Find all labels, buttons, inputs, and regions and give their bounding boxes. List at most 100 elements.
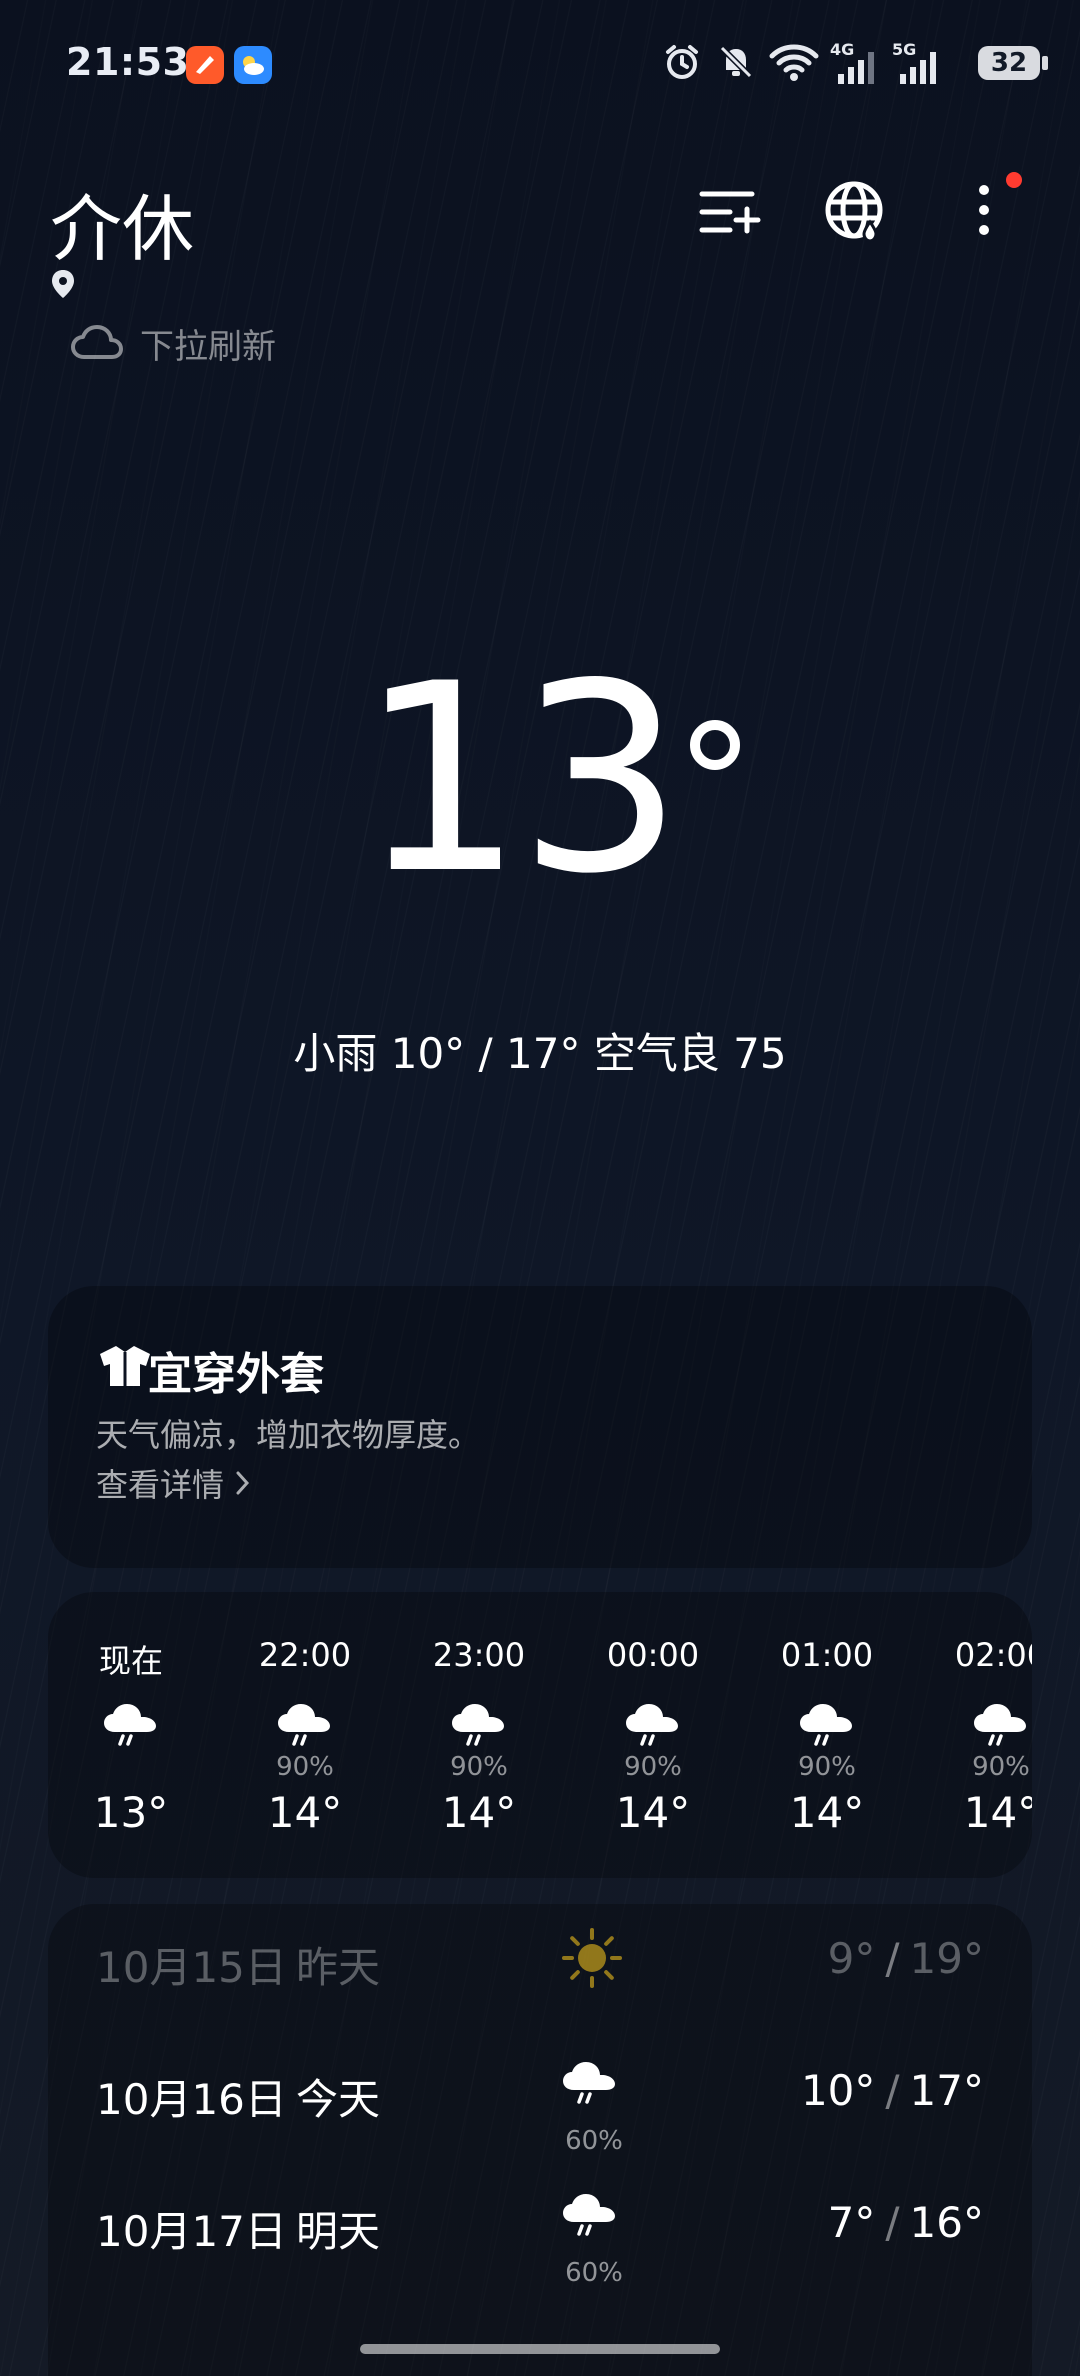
hourly-time: 00:00: [606, 1636, 700, 1674]
temp-separator: /: [885, 1934, 900, 1983]
hourly-item: 23:00 90% 14°: [404, 1592, 554, 1878]
daily-low: 7°: [827, 2198, 876, 2247]
temp-separator: /: [885, 2198, 900, 2247]
daily-date: 10月17日: [96, 2207, 287, 2256]
manage-cities-button[interactable]: [694, 176, 766, 248]
degree-symbol: [690, 720, 740, 770]
daily-high: 17°: [909, 2066, 984, 2115]
rain-cloud-icon: [974, 1704, 1026, 1746]
daily-temp-range: 9°/19°: [828, 1934, 984, 1983]
daily-row[interactable]: 10月15日 昨天 9°/19°: [48, 1904, 1032, 2014]
daily-low: 10°: [800, 2066, 876, 2115]
home-indicator[interactable]: [360, 2344, 720, 2354]
location-pin-icon: [52, 270, 74, 298]
hourly-forecast-card[interactable]: 现在 13° 22:00 90% 14° 23:00 90% 14° 00:00 90% 14° 01…: [48, 1592, 1032, 1878]
hourly-temp: 14°: [267, 1788, 343, 1837]
rain-cloud-icon: [800, 1704, 852, 1746]
city-name[interactable]: 介休: [50, 170, 194, 275]
hourly-precip: 90%: [972, 1752, 1030, 1782]
signal-4g-icon: 4G: [830, 40, 878, 84]
hourly-icon-wrap: [797, 1702, 857, 1754]
rain-cloud-icon: [626, 1704, 678, 1746]
signal-5g-icon: 5G: [892, 40, 940, 84]
hourly-temp: 14°: [615, 1788, 691, 1837]
daily-date: 10月16日: [96, 2075, 287, 2124]
pull-to-refresh-hint: 下拉刷新: [70, 318, 276, 368]
hourly-icon-wrap: [275, 1702, 335, 1754]
list-add-icon: [699, 191, 761, 234]
hourly-temp: 14°: [963, 1788, 1032, 1837]
app-notification-icon: [186, 46, 224, 84]
daily-relative-day: 明天: [296, 2207, 381, 2256]
hourly-temp: 14°: [441, 1788, 517, 1837]
rain-cloud-icon: [278, 1704, 330, 1746]
rain-cloud-icon: [104, 1704, 156, 1746]
hourly-precip: 90%: [798, 1752, 856, 1782]
clothing-title-text: 宜穿外套: [148, 1349, 324, 1400]
notification-dot: [1006, 172, 1022, 188]
hourly-time: 02:00: [954, 1636, 1032, 1674]
sun-icon: [562, 1928, 622, 1988]
view-details-link[interactable]: 查看详情: [96, 1460, 252, 1506]
status-bar: 21:53 4G 5G 32: [0, 0, 1080, 120]
status-time: 21:53: [66, 40, 190, 84]
daily-relative-day: 昨天: [296, 1943, 381, 1992]
hourly-item: 01:00 90% 14°: [752, 1592, 902, 1878]
hourly-time: 22:00: [258, 1636, 352, 1674]
current-temperature: 13: [0, 650, 1080, 910]
hourly-temp: 13°: [93, 1788, 169, 1837]
daily-precip: 60%: [565, 2126, 623, 2156]
hourly-item: 02:00 90% 14°: [926, 1592, 1032, 1878]
rain-cloud-icon: [452, 1704, 504, 1746]
daily-high: 16°: [909, 2198, 984, 2247]
daily-relative-day: 今天: [296, 2075, 381, 2124]
jacket-icon: [100, 1346, 150, 1386]
hourly-time: 23:00: [432, 1636, 526, 1674]
hourly-precip: 90%: [276, 1752, 334, 1782]
hourly-icon-wrap: [449, 1702, 509, 1754]
daily-icon-wrap: [560, 2192, 620, 2244]
clothing-description: 天气偏凉，增加衣物厚度。: [96, 1416, 481, 1454]
daily-row[interactable]: 10月16日 今天 60% 10°/17°: [48, 2036, 1032, 2156]
clothing-title: 宜穿外套: [148, 1338, 324, 1402]
weather-app-screen: 21:53 4G 5G 32 介休 下拉刷新 13 小雨 10° / 17° 空…: [0, 0, 1080, 2376]
daily-temp-range: 7°/16°: [828, 2198, 984, 2247]
temp-separator: /: [885, 2066, 900, 2115]
hourly-item: 22:00 90% 14°: [230, 1592, 380, 1878]
daily-low: 9°: [827, 1934, 876, 1983]
hourly-precip: 90%: [624, 1752, 682, 1782]
battery-icon: 32: [978, 46, 1040, 80]
daily-forecast-card[interactable]: 10月15日 昨天 9°/19° 10月16日 今天 60% 10°/17° 10月17日 明天…: [48, 1904, 1032, 2376]
hourly-icon-wrap: [101, 1702, 161, 1754]
wifi-icon: [769, 44, 819, 81]
globe-icon: [825, 181, 883, 243]
view-details-label: 查看详情: [96, 1466, 225, 1504]
daily-icon-wrap: [560, 2060, 620, 2112]
pull-to-refresh-label: 下拉刷新: [140, 326, 276, 367]
daily-temp-range: 10°/17°: [801, 2066, 984, 2115]
global-weather-button[interactable]: [820, 176, 892, 248]
hourly-time: 现在: [98, 1642, 163, 1680]
hourly-icon-wrap: [971, 1702, 1031, 1754]
daily-precip: 60%: [565, 2258, 623, 2288]
current-temperature-value: 13: [358, 629, 684, 931]
alarm-icon: [666, 45, 698, 79]
daily-date: 10月15日: [96, 1943, 287, 1992]
chevron-right-icon: [236, 1471, 250, 1495]
daily-row[interactable]: 10月17日 明天 60% 7°/16°: [48, 2168, 1032, 2288]
hourly-time: 01:00: [780, 1636, 874, 1674]
clothing-advice-card[interactable]: 宜穿外套 天气偏凉，增加衣物厚度。 查看详情: [48, 1286, 1032, 1568]
rain-cloud-icon: [563, 2062, 615, 2104]
rain-cloud-icon: [563, 2194, 615, 2236]
hourly-temp: 14°: [789, 1788, 865, 1837]
daily-icon-wrap: [560, 1926, 624, 1994]
weather-notification-icon: [234, 46, 272, 84]
hourly-icon-wrap: [623, 1702, 683, 1754]
daily-high: 19°: [909, 1934, 984, 1983]
cloud-outline-icon: [71, 325, 123, 359]
hourly-item: 00:00 90% 14°: [578, 1592, 728, 1878]
mute-icon: [719, 45, 753, 79]
weather-summary: 小雨 10° / 17° 空气良 75: [293, 1029, 787, 1078]
battery-tip: [1042, 56, 1048, 70]
hourly-precip: 90%: [450, 1752, 508, 1782]
